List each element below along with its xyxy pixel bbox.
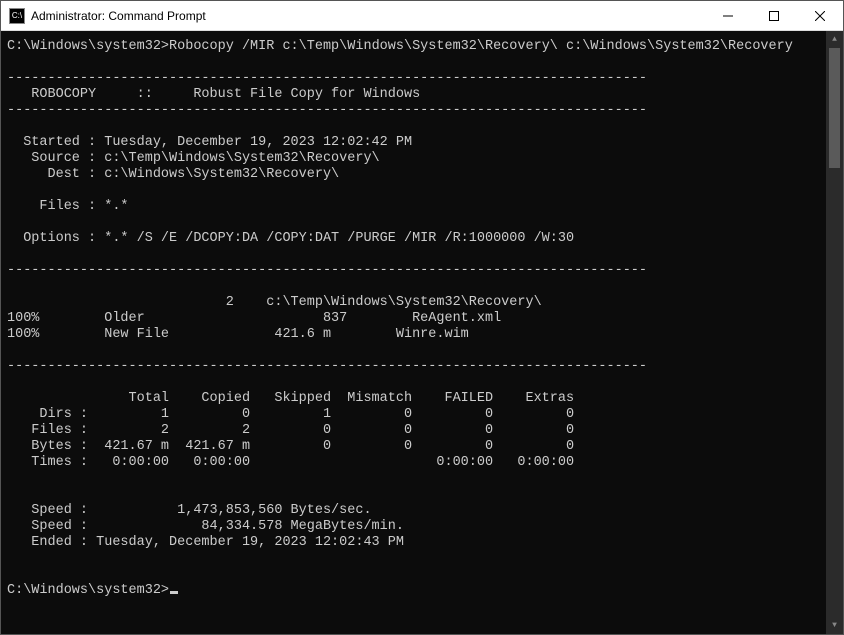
ended-line: Ended : Tuesday, December 19, 2023 12:02…: [7, 535, 404, 550]
scroll-down-button[interactable]: ▼: [826, 617, 843, 634]
speed-line-1: Speed : 1,473,853,560 Bytes/sec.: [7, 503, 372, 518]
divider: ----------------------------------------…: [7, 263, 647, 278]
end-prompt: C:\Windows\system32>: [7, 583, 169, 598]
speed-line-2: Speed : 84,334.578 MegaBytes/min.: [7, 519, 404, 534]
scroll-thumb[interactable]: [829, 48, 840, 168]
divider: ----------------------------------------…: [7, 103, 647, 118]
file-row-2: 100% New File 421.6 m Winre.wim: [7, 327, 469, 342]
source-line: Source : c:\Temp\Windows\System32\Recove…: [7, 151, 380, 166]
started-line: Started : Tuesday, December 19, 2023 12:…: [7, 135, 412, 150]
divider: ----------------------------------------…: [7, 359, 647, 374]
stats-header: Total Copied Skipped Mismatch FAILED Ext…: [7, 391, 574, 406]
divider: ----------------------------------------…: [7, 71, 647, 86]
stats-times: Times : 0:00:00 0:00:00 0:00:00 0:00:00: [7, 455, 574, 470]
dest-line: Dest : c:\Windows\System32\Recovery\: [7, 167, 339, 182]
minimize-button[interactable]: [705, 1, 751, 31]
maximize-button[interactable]: [751, 1, 797, 31]
vertical-scrollbar[interactable]: ▲ ▼: [826, 31, 843, 634]
stats-files: Files : 2 2 0 0 0 0: [7, 423, 574, 438]
scroll-up-button[interactable]: ▲: [826, 31, 843, 48]
robocopy-header: ROBOCOPY :: Robust File Copy for Windows: [7, 87, 420, 102]
prompt: C:\Windows\system32>: [7, 39, 169, 54]
dir-listed: 2 c:\Temp\Windows\System32\Recovery\: [7, 295, 542, 310]
terminal-output[interactable]: C:\Windows\system32>Robocopy /MIR c:\Tem…: [1, 31, 826, 634]
options-line: Options : *.* /S /E /DCOPY:DA /COPY:DAT …: [7, 231, 574, 246]
titlebar[interactable]: C:\ Administrator: Command Prompt: [1, 1, 843, 31]
files-line: Files : *.*: [7, 199, 129, 214]
file-row-1: 100% Older 837 ReAgent.xml: [7, 311, 501, 326]
app-icon: C:\: [9, 8, 25, 24]
command-text: Robocopy /MIR c:\Temp\Windows\System32\R…: [169, 39, 793, 54]
stats-dirs: Dirs : 1 0 1 0 0 0: [7, 407, 574, 422]
cursor: [170, 591, 178, 594]
terminal-body: C:\Windows\system32>Robocopy /MIR c:\Tem…: [1, 31, 843, 634]
command-prompt-window: C:\ Administrator: Command Prompt C:\Win…: [0, 0, 844, 635]
window-title: Administrator: Command Prompt: [31, 9, 705, 23]
stats-bytes: Bytes : 421.67 m 421.67 m 0 0 0 0: [7, 439, 574, 454]
close-button[interactable]: [797, 1, 843, 31]
